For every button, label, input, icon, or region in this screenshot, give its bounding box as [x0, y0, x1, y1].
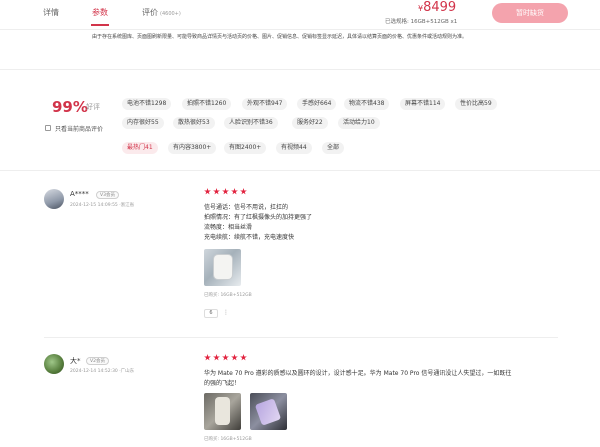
review-username: A****	[70, 190, 89, 198]
divider	[0, 170, 600, 171]
filter-content[interactable]: 有内容3800+	[168, 142, 217, 154]
review-username: 大*	[70, 357, 81, 365]
vip-badge: V3会员	[96, 191, 119, 199]
star-icon	[204, 354, 211, 361]
star-icon	[213, 354, 220, 361]
star-icon	[231, 354, 238, 361]
star-icon	[240, 354, 247, 361]
review-text-line: 信号通话：信号不用说，扛扛的	[204, 204, 289, 211]
review-text-line: 拍照情况：有了红枫摄像头的加持更强了	[204, 214, 313, 221]
tag-chip[interactable]: 性价比高59	[455, 98, 497, 110]
review-meta: 2024-12-15 14:09:55 ·浙江省	[70, 203, 135, 208]
avatar[interactable]	[44, 354, 64, 374]
selected-spec: 已选规格: 16GB+512GB x1	[385, 19, 458, 25]
star-icon	[204, 188, 211, 195]
more-icon[interactable]: ⋮	[223, 309, 229, 316]
review-photo[interactable]	[204, 249, 241, 286]
review-text-line: 流畅度：相当丝滑	[204, 224, 253, 231]
like-button[interactable]: 6	[204, 309, 218, 318]
review-text-line: 的强的飞起！	[204, 380, 241, 387]
divider	[0, 69, 600, 70]
filter-all[interactable]: 全部	[322, 142, 345, 154]
tab-reviews[interactable]: 评价 (4600+)	[142, 7, 181, 18]
tag-chip[interactable]: 服务好22	[292, 117, 328, 129]
top-nav: 详情 参数 评价 (4600+) ¥8499 已选规格: 16GB+512GB x…	[0, 0, 600, 30]
review-text-line: 充电续航：续航不错，充电速度快	[204, 234, 295, 241]
rating-stars	[204, 354, 249, 362]
review-photo[interactable]	[204, 393, 241, 430]
star-icon	[222, 188, 229, 195]
star-icon	[213, 188, 220, 195]
only-current-label[interactable]: 只看当前商品评价	[55, 124, 103, 133]
tag-chip[interactable]: 屏幕不错114	[400, 98, 446, 110]
star-icon	[240, 188, 247, 195]
review-text-line: 华为 Mate 70 Pro 遵彩的质感以及圆环的设计，设计感十足。华为 Mat…	[204, 370, 512, 377]
tab-params[interactable]: 参数	[92, 7, 108, 18]
star-icon	[222, 354, 229, 361]
tag-chip[interactable]: 拍照不错1260	[182, 98, 232, 110]
price: ¥8499	[418, 0, 456, 15]
positive-rate-label: 好评	[86, 103, 100, 111]
tag-chip[interactable]: 人脸识别不错36	[224, 117, 278, 129]
tag-chip[interactable]: 内存很好55	[122, 117, 164, 129]
purchased-sku: 已购买: 16GB+512GB	[204, 293, 252, 298]
divider	[44, 337, 558, 338]
tab-reviews-label: 评价	[142, 8, 158, 17]
rating-stars	[204, 188, 249, 196]
tag-chip[interactable]: 电池不错1298	[122, 98, 172, 110]
filter-hot[interactable]: 最热门41	[122, 142, 158, 154]
filter-images[interactable]: 有图2400+	[224, 142, 267, 154]
review-meta: 2024-12-14 14:52:30 ·广山东	[70, 369, 135, 374]
price-notice: 由于存在系统图库、页面图刷新限量、可能导致商品详情页与活动页的价格、图片、促销信…	[92, 34, 468, 40]
active-tab-indicator	[91, 24, 109, 26]
star-icon	[231, 188, 238, 195]
only-current-checkbox[interactable]	[45, 125, 51, 131]
tag-chip[interactable]: 外观不错947	[242, 98, 288, 110]
out-of-stock-button[interactable]: 暂时缺货	[492, 3, 568, 23]
positive-rate: 99%	[52, 98, 88, 116]
tag-chip[interactable]: 手感好664	[297, 98, 337, 110]
tab-details[interactable]: 详情	[43, 7, 59, 18]
filter-videos[interactable]: 有视频44	[276, 142, 312, 154]
tag-chip[interactable]: 散热很好53	[173, 117, 215, 129]
price-value: 8499	[423, 0, 457, 15]
tab-reviews-count: (4600+)	[160, 11, 181, 17]
tag-chip[interactable]: 物流不错438	[344, 98, 390, 110]
vip-badge: V2会员	[86, 357, 109, 365]
tag-chip[interactable]: 活动给力10	[338, 117, 380, 129]
avatar[interactable]	[44, 189, 64, 209]
purchased-sku: 已购买: 16GB+512GB	[204, 437, 252, 442]
like-count: 6	[209, 310, 213, 316]
review-photo[interactable]	[250, 393, 287, 430]
